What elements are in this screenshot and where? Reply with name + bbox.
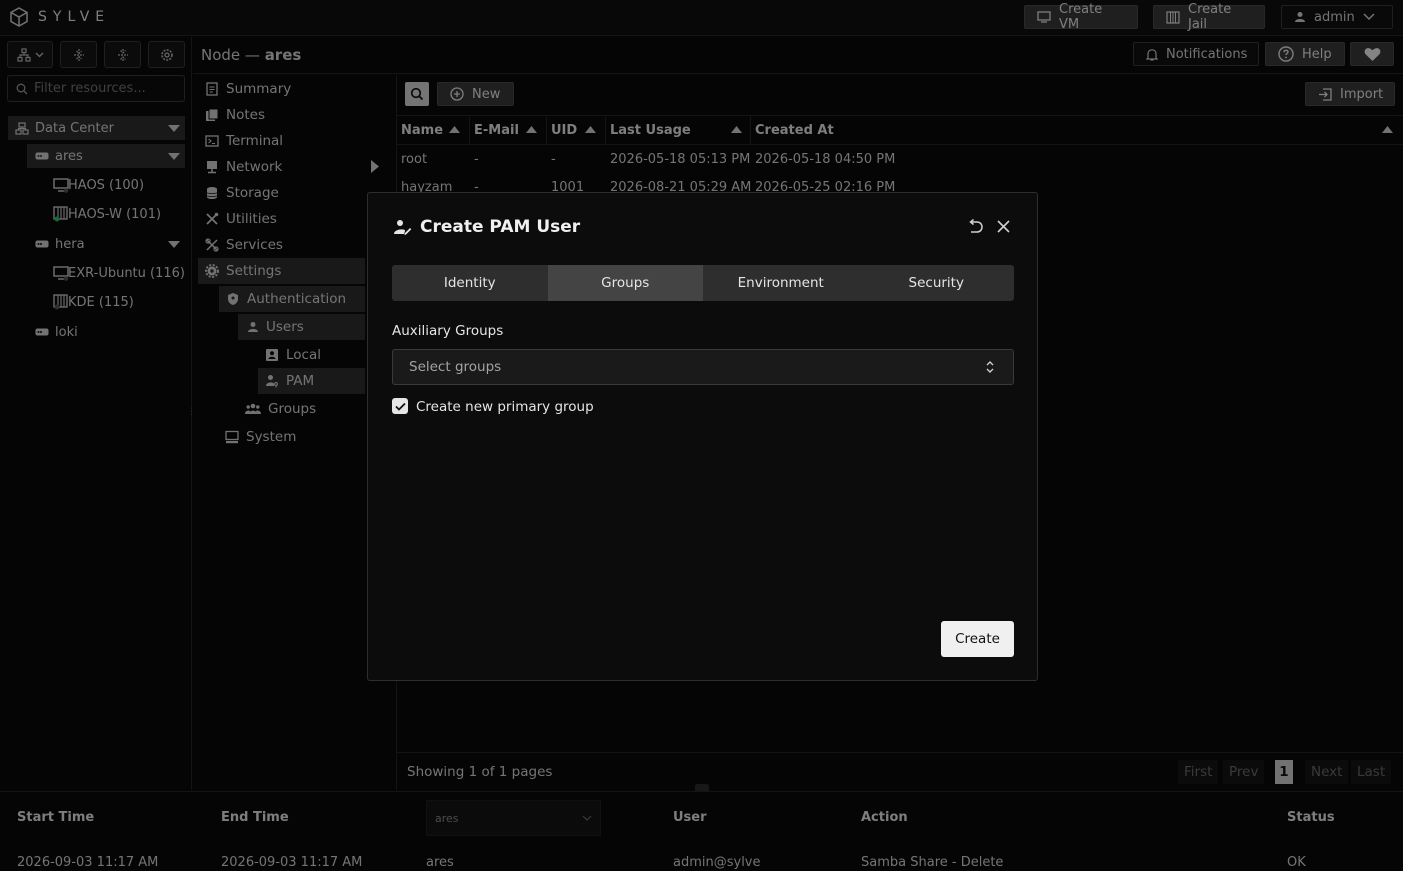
tab-environment[interactable]: Environment [703, 265, 859, 301]
chevron-up-down-icon [985, 360, 995, 374]
create-pam-user-dialog: Create PAM User Identity Groups Environm… [367, 192, 1038, 681]
tab-security[interactable]: Security [859, 265, 1015, 301]
create-button[interactable]: Create [941, 621, 1014, 657]
tab-identity[interactable]: Identity [392, 265, 548, 301]
reset-icon[interactable] [966, 218, 984, 236]
create-primary-group-label[interactable]: Create new primary group [416, 399, 594, 415]
auxiliary-groups-select[interactable]: Select groups [392, 349, 1014, 385]
dialog-tabs: Identity Groups Environment Security [392, 265, 1014, 301]
close-icon[interactable] [996, 219, 1011, 234]
checkmark-icon [394, 402, 406, 411]
dialog-title: Create PAM User [420, 217, 581, 237]
select-placeholder: Select groups [409, 359, 502, 375]
tab-groups[interactable]: Groups [547, 265, 703, 301]
user-edit-icon [394, 219, 412, 235]
auxiliary-groups-label: Auxiliary Groups [392, 323, 504, 339]
create-primary-group-checkbox[interactable] [392, 398, 408, 414]
